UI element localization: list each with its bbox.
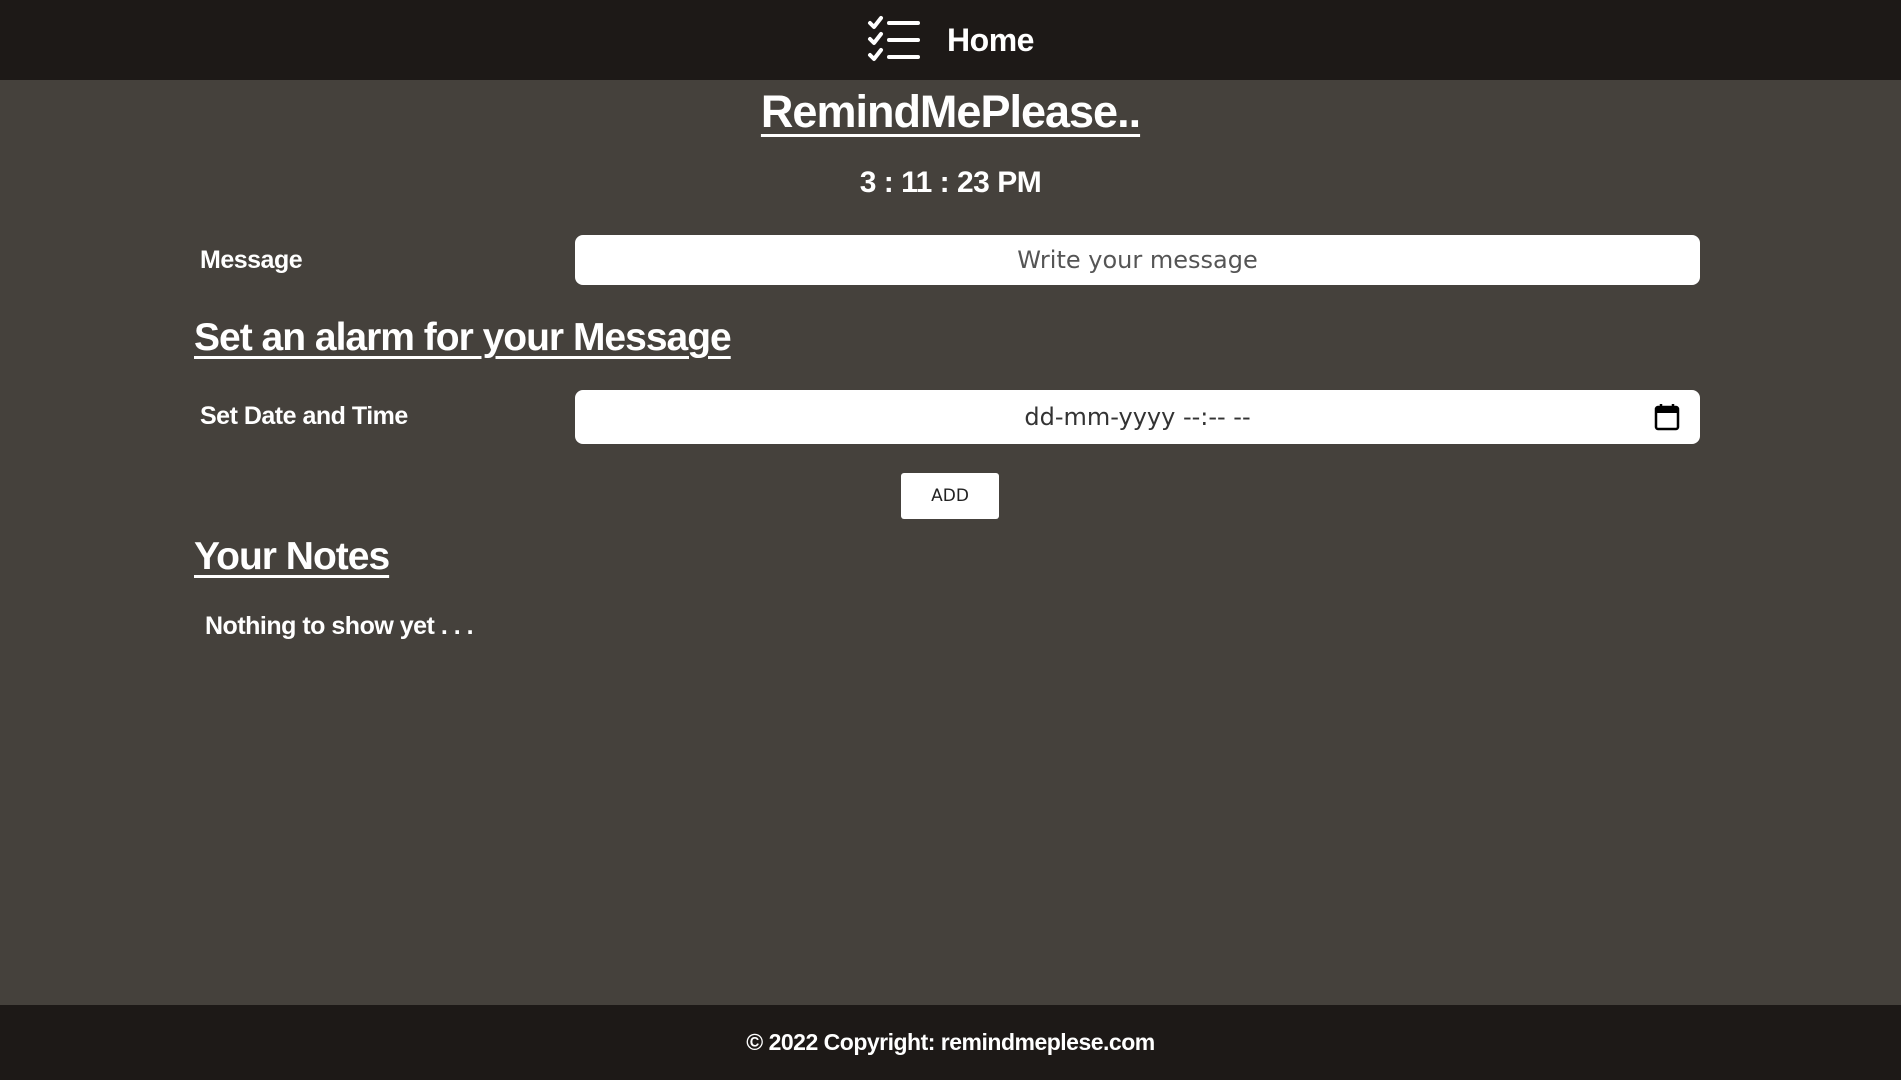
add-button[interactable]: ADD <box>901 473 999 519</box>
alarm-heading: Set an alarm for your Message <box>194 316 732 360</box>
message-input[interactable] <box>575 235 1700 285</box>
datetime-placeholder: dd-mm-yyyy --:-- -- <box>1024 403 1251 431</box>
footer: © 2022 Copyright: remindmeplese.com <box>0 1005 1901 1080</box>
nav-home-link[interactable]: Home <box>947 22 1034 59</box>
datetime-input[interactable]: dd-mm-yyyy --:-- -- <box>575 390 1700 444</box>
page-title-text: RemindMePlease.. <box>760 86 1141 137</box>
empty-notes-message: Nothing to show yet . . . <box>205 612 474 640</box>
alarm-heading-text: Set an alarm for your Message <box>194 316 732 359</box>
notes-heading-text: Your Notes <box>194 535 390 578</box>
clock-display: 3 : 11 : 23 PM <box>859 166 1042 199</box>
checklist-icon[interactable] <box>867 15 921 65</box>
message-label: Message <box>200 246 303 274</box>
footer-copyright: © 2022 Copyright: remindmeplese.com <box>746 1029 1155 1055</box>
notes-heading: Your Notes <box>194 535 390 579</box>
navbar: Home <box>0 0 1901 80</box>
calendar-icon[interactable] <box>1654 403 1680 431</box>
main-content: RemindMePlease.. 3 : 11 : 23 PM Message … <box>0 80 1901 1005</box>
datetime-label: Set Date and Time <box>200 402 408 430</box>
page-title: RemindMePlease.. <box>0 86 1901 138</box>
